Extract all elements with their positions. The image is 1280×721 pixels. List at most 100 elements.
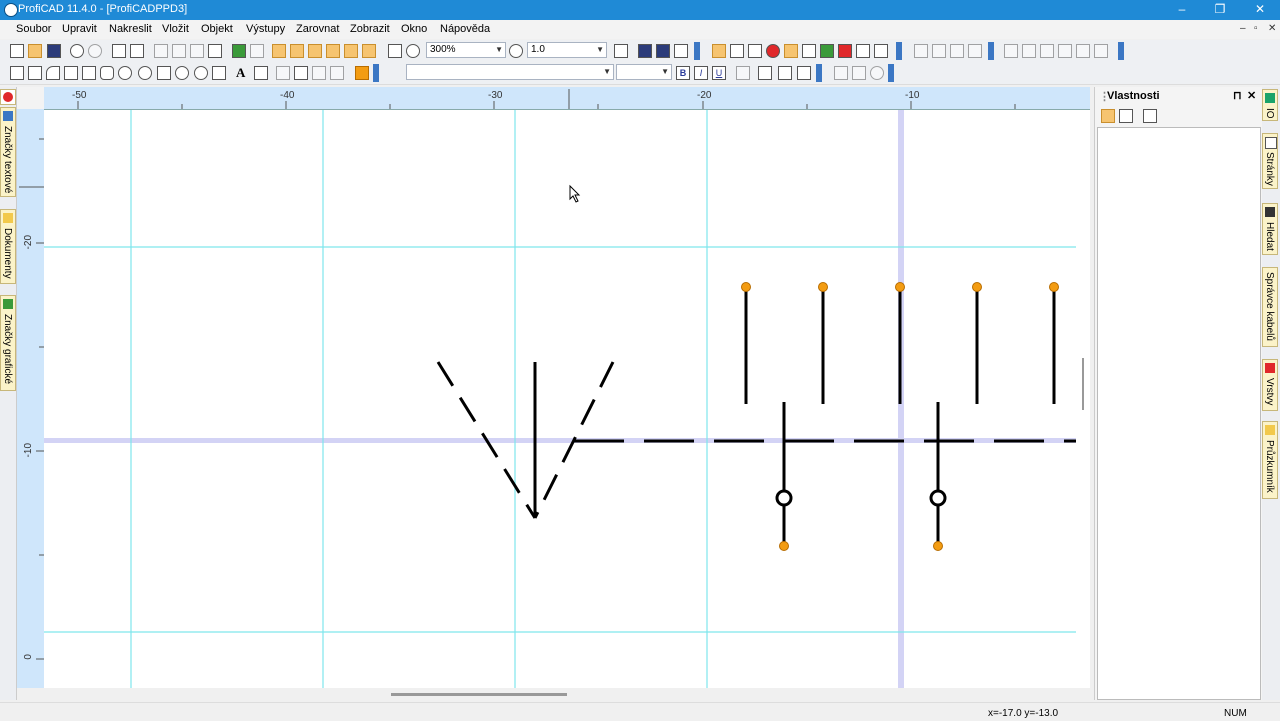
print-icon[interactable] (130, 44, 144, 58)
tab-io[interactable]: IO (1262, 89, 1278, 121)
restore-button[interactable]: ❐ (1200, 0, 1240, 20)
connector-tool-icon[interactable] (312, 66, 326, 80)
drawing-canvas[interactable] (44, 110, 1090, 688)
dimension-icon[interactable] (852, 66, 866, 80)
rectangle-tool-icon[interactable] (82, 66, 96, 80)
zoom-out-icon[interactable] (509, 44, 523, 58)
wire-tool-icon[interactable] (64, 66, 78, 80)
undo-icon[interactable] (70, 44, 84, 58)
toolbar-grip[interactable] (896, 42, 902, 60)
tab-documents[interactable]: Dokumenty (0, 209, 16, 284)
text-align-center-icon[interactable] (778, 66, 792, 80)
save-icon[interactable] (47, 44, 61, 58)
columns-icon[interactable] (656, 44, 670, 58)
same-height-icon[interactable] (1058, 44, 1072, 58)
zoom-fit-icon[interactable] (388, 44, 402, 58)
bring-front-icon[interactable] (950, 44, 964, 58)
align-left-icon[interactable] (272, 44, 286, 58)
send-back-icon[interactable] (968, 44, 982, 58)
properties-grid[interactable] (1097, 127, 1261, 700)
redo-icon[interactable] (88, 44, 102, 58)
toolbar-grip[interactable] (1118, 42, 1124, 60)
chord-tool-icon[interactable] (194, 66, 208, 80)
bus-tool-icon[interactable] (330, 66, 344, 80)
table-icon[interactable] (834, 66, 848, 80)
distribute-v-icon[interactable] (1022, 44, 1036, 58)
paste-icon[interactable] (208, 44, 222, 58)
polyline-tool-icon[interactable] (28, 66, 42, 80)
close-button[interactable]: ✕ (1240, 0, 1280, 20)
menu-nakreslit[interactable]: Nakreslit (109, 23, 152, 35)
group-icon[interactable] (914, 44, 928, 58)
export-image-icon[interactable] (232, 44, 246, 58)
tab-layers[interactable]: Vrstvy (1262, 359, 1278, 411)
new-file-icon[interactable] (10, 44, 24, 58)
distribute-h-icon[interactable] (1004, 44, 1018, 58)
menu-vystupy[interactable]: Výstupy (246, 23, 285, 35)
cut-icon[interactable] (154, 44, 168, 58)
underline-button[interactable]: U (712, 66, 726, 80)
circle-tool-icon[interactable] (138, 66, 152, 80)
align-top-icon[interactable] (326, 44, 340, 58)
page-layout-icon[interactable] (638, 44, 652, 58)
junction-tool-icon[interactable] (294, 66, 308, 80)
pie-tool-icon[interactable] (175, 66, 189, 80)
zoom-in-icon[interactable] (406, 44, 420, 58)
mdi-restore-button[interactable]: ▫ (1254, 23, 1258, 34)
zoom-combo[interactable]: 300% ▼ (426, 42, 506, 58)
pin-icon[interactable]: ⊓ (1233, 89, 1242, 102)
line-width-combo[interactable]: 1.0 ▼ (527, 42, 607, 58)
tab-search[interactable]: Hledat (1262, 203, 1278, 255)
bold-button[interactable]: B (676, 66, 690, 80)
toolbar-grip[interactable] (373, 64, 379, 82)
text-tool-button[interactable]: A (236, 65, 245, 81)
menu-zarovnat[interactable]: Zarovnat (296, 23, 339, 35)
tab-cable-manager[interactable]: Správce kabelů (1262, 267, 1278, 347)
minimize-button[interactable]: – (1162, 0, 1202, 20)
arc-tool-icon[interactable] (46, 66, 60, 80)
toolbar-grip[interactable] (816, 64, 822, 82)
toolbar-grip[interactable] (694, 42, 700, 60)
scrollbar-thumb[interactable] (1082, 358, 1084, 410)
line-tool-icon[interactable] (10, 66, 24, 80)
list-tool-icon[interactable] (212, 66, 226, 80)
bezier-tool-icon[interactable] (157, 66, 171, 80)
font-combo[interactable]: ▼ (406, 64, 614, 80)
print-preview-icon[interactable] (112, 44, 126, 58)
scrollbar-thumb[interactable] (391, 693, 567, 696)
menu-objekt[interactable]: Objekt (201, 23, 233, 35)
no-fill-icon[interactable] (870, 66, 884, 80)
tap-connectors[interactable] (775, 402, 947, 546)
mdi-close-button[interactable]: ✕ (1268, 23, 1276, 34)
panel-close-button[interactable]: ✕ (1247, 89, 1256, 102)
favorites-tab[interactable] (0, 89, 16, 105)
export-pdf-icon[interactable] (250, 44, 264, 58)
insert-icon[interactable] (784, 44, 798, 58)
ellipse-tool-icon[interactable] (118, 66, 132, 80)
tab-pages[interactable]: Stránky (1262, 133, 1278, 189)
toolbar-grip[interactable] (888, 64, 894, 82)
report-icon[interactable] (838, 44, 852, 58)
toolbar-grip[interactable] (988, 42, 994, 60)
same-size-icon[interactable] (1076, 44, 1090, 58)
bom-icon[interactable] (802, 44, 816, 58)
sort-alpha-icon[interactable] (1119, 109, 1133, 123)
components-icon[interactable] (748, 44, 762, 58)
mdi-minimize-button[interactable]: – (1240, 23, 1246, 34)
format-painter-icon[interactable] (190, 44, 204, 58)
tab-graphic-symbols[interactable]: Značky grafické (0, 295, 16, 391)
tab-text-symbols[interactable]: Značky textové (0, 107, 16, 197)
align-middle-icon[interactable] (344, 44, 358, 58)
align-center-icon[interactable] (290, 44, 304, 58)
menu-zobrazit[interactable]: Zobrazit (350, 23, 390, 35)
text-frame-icon[interactable] (736, 66, 750, 80)
font-size-combo[interactable]: ▼ (616, 64, 672, 80)
select-tool-icon[interactable] (355, 66, 369, 80)
menu-okno[interactable]: Okno (401, 23, 427, 35)
text-align-right-icon[interactable] (797, 66, 811, 80)
tools-icon[interactable] (674, 44, 688, 58)
align-grid-icon[interactable] (1094, 44, 1108, 58)
favorites-icon[interactable] (766, 44, 780, 58)
find-binoculars-icon[interactable] (874, 44, 888, 58)
tab-explorer[interactable]: Průzkumník (1262, 421, 1278, 499)
